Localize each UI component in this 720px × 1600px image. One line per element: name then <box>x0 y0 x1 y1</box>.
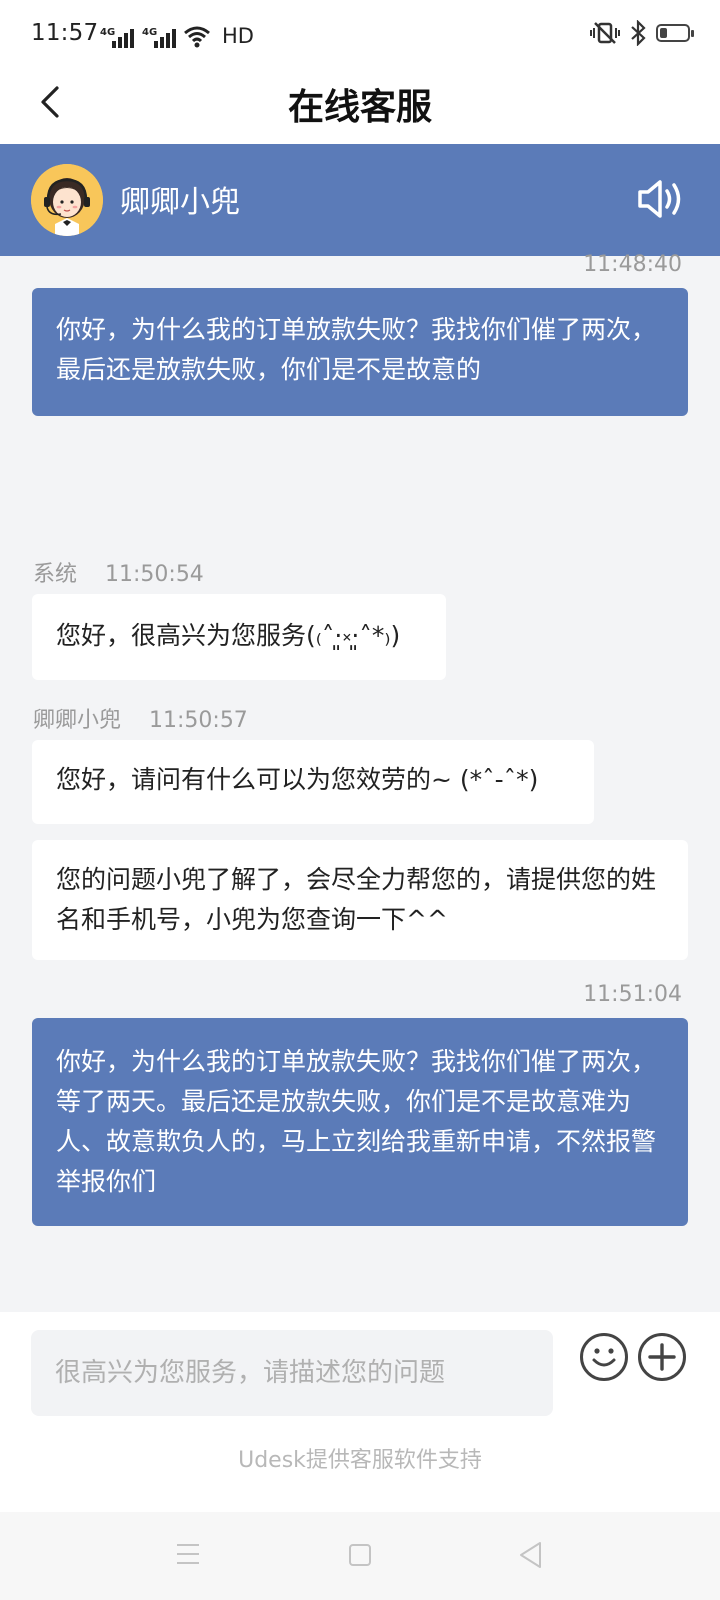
sender-name: 卿卿小兜 <box>33 708 122 733</box>
emoji-button[interactable] <box>580 1333 628 1381</box>
sender-name: 系统 <box>33 562 78 587</box>
network-type-label: 4G <box>142 27 158 38</box>
message-sender-line: 卿卿小兜 11:50:57 <box>33 702 248 734</box>
back-nav-button[interactable] <box>518 1541 542 1569</box>
hd-indicator: HD <box>222 24 254 48</box>
network-type-label: 4G <box>100 27 116 38</box>
agent-avatar <box>31 164 103 236</box>
cellular-signal-icon: 4G <box>100 27 134 48</box>
agent-message-bubble: 您的问题小兜了解了，会尽全力帮您的，请提供您的姓名和手机号，小兜为您查询一下^^ <box>32 840 688 960</box>
triangle-back-icon <box>520 1542 541 1568</box>
powered-by-text: Udesk提供客服软件支持 <box>238 1448 482 1473</box>
page-title: 在线客服 <box>287 87 432 128</box>
agent-message-bubble: 您好，请问有什么可以为您效劳的~ (*ˆ-ˆ*) <box>32 740 594 824</box>
bluetooth-icon <box>631 20 646 46</box>
message-time: 11:50:54 <box>105 562 204 587</box>
menu-nav-button[interactable] <box>176 1543 200 1565</box>
menu-icon <box>177 1544 199 1564</box>
agent-banner <box>0 144 720 256</box>
message-input[interactable] <box>31 1330 553 1416</box>
vibrate-off-icon <box>590 22 620 44</box>
add-attachment-button[interactable] <box>638 1333 686 1381</box>
cellular-signal-icon: 4G <box>142 27 176 48</box>
customer-service-avatar-icon <box>31 164 103 236</box>
wifi-icon <box>184 26 210 48</box>
message-time: 11:50:57 <box>149 708 248 733</box>
status-right-icons <box>590 20 694 46</box>
status-indicators: 4G 4G HD <box>100 22 254 48</box>
battery-icon <box>656 24 694 42</box>
plus-icon <box>648 1343 676 1371</box>
home-nav-button[interactable] <box>348 1543 372 1567</box>
message-sender-line: 系统 11:50:54 <box>33 556 204 588</box>
message-timestamp: 11:51:04 <box>583 982 682 1007</box>
square-home-icon <box>349 1544 371 1566</box>
system-message-bubble: 您好，很高兴为您服务(₍˄·͈༝·͈˄*₎) <box>32 594 446 680</box>
message-timestamp: 11:48:40 <box>583 252 682 277</box>
smiley-icon <box>592 1348 616 1367</box>
speaker-icon <box>638 180 681 218</box>
status-time: 11:57 <box>31 20 99 46</box>
speaker-button[interactable] <box>636 176 686 222</box>
agent-name: 卿卿小兜 <box>120 185 240 220</box>
user-message-bubble: 你好，为什么我的订单放款失败？我找你们催了两次，等了两天。最后还是放款失败，你们… <box>32 1018 688 1226</box>
user-message-bubble: 你好，为什么我的订单放款失败？我找你们催了两次，最后还是放款失败，你们是不是故意… <box>32 288 688 416</box>
